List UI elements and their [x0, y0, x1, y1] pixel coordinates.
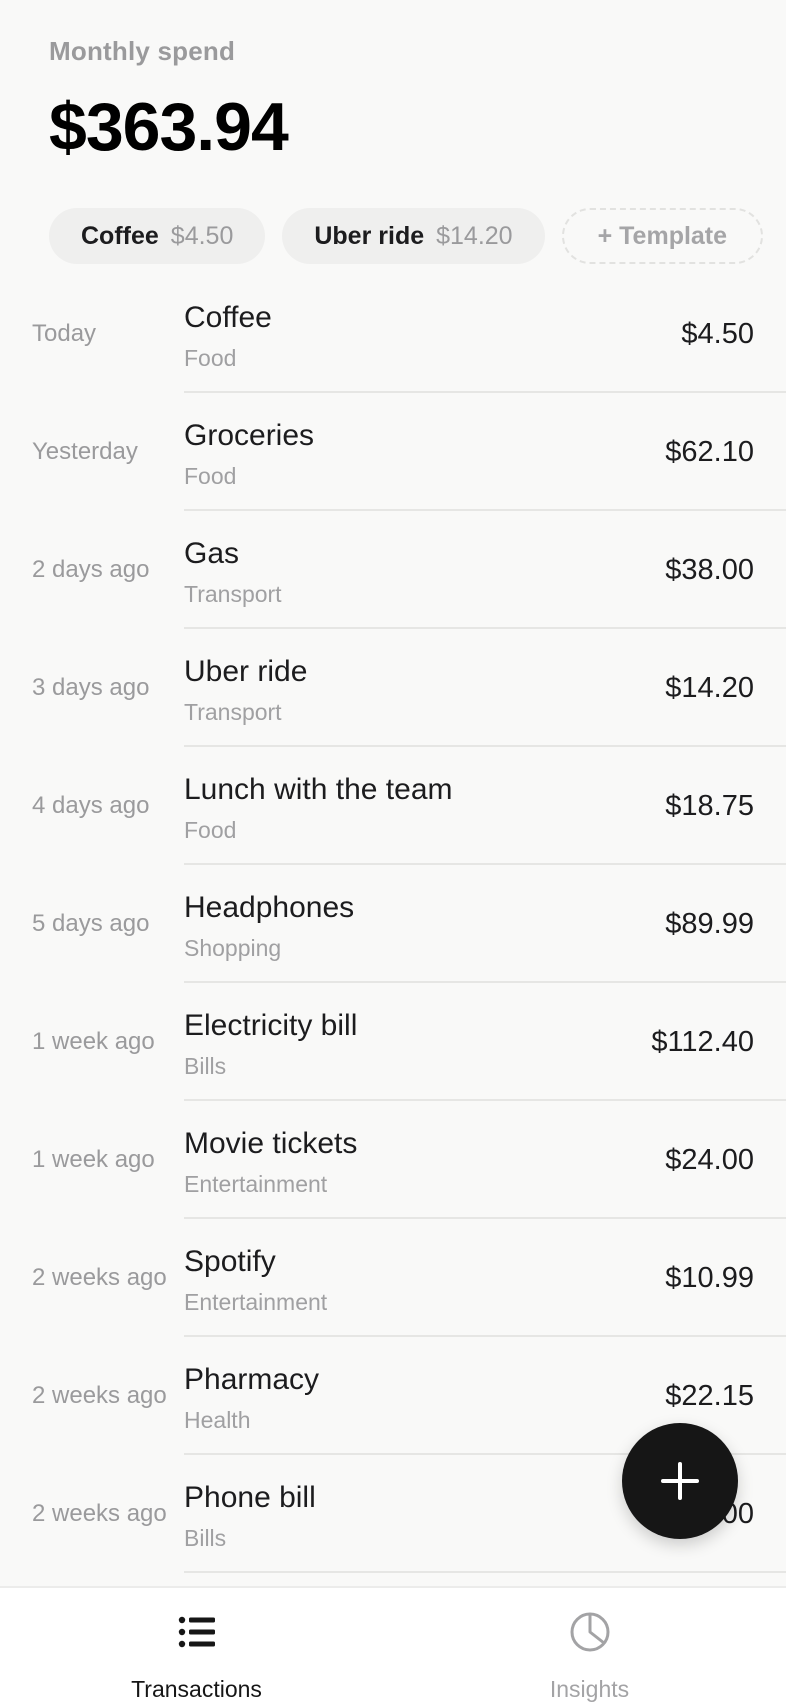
transaction-amount: $38.00 — [665, 553, 754, 586]
transaction-title: Headphones — [184, 891, 355, 924]
transaction-title: Phone bill — [184, 1481, 316, 1514]
tab-insights[interactable]: Insights — [393, 1588, 786, 1704]
pie-chart-icon — [570, 1612, 609, 1652]
list-icon — [178, 1616, 215, 1648]
transaction-row[interactable]: 2 days ago Gas Transport $38.00 — [0, 511, 786, 629]
monthly-spend-total: $363.94 — [49, 89, 289, 165]
transaction-category: Health — [184, 1407, 251, 1433]
transaction-date: 2 weeks ago — [32, 1500, 167, 1527]
transaction-date: 4 days ago — [32, 792, 150, 819]
transaction-date: 2 weeks ago — [32, 1264, 167, 1291]
add-transaction-button[interactable] — [622, 1423, 738, 1539]
bottom-tab-bar: Transactions Insights — [0, 1586, 786, 1704]
transaction-row[interactable]: 4 days ago Lunch with the team Food $18.… — [0, 747, 786, 865]
transaction-row[interactable]: 3 days ago Uber ride Transport $14.20 — [0, 629, 786, 747]
tab-transactions[interactable]: Transactions — [0, 1588, 393, 1704]
transaction-date: Yesterday — [32, 438, 138, 465]
add-template-button[interactable]: + Template — [561, 208, 764, 264]
transaction-title: Lunch with the team — [184, 773, 453, 806]
plus-icon — [661, 1462, 699, 1500]
monthly-spend-label: Monthly spend — [49, 36, 236, 66]
transaction-title: Gas — [184, 537, 240, 570]
transaction-title: Uber ride — [184, 655, 308, 688]
template-chip-coffee[interactable]: Coffee $4.50 — [49, 208, 266, 264]
transaction-date: 5 days ago — [32, 910, 150, 937]
transaction-row[interactable]: Today Coffee Food $4.50 — [0, 275, 786, 393]
summary-header: Monthly spend $363.94 — [49, 36, 289, 165]
tab-label: Insights — [549, 1676, 630, 1702]
transaction-category: Bills — [184, 1525, 227, 1551]
transaction-date: 1 week ago — [32, 1146, 155, 1173]
transaction-category: Food — [184, 463, 237, 489]
transaction-category: Food — [184, 817, 237, 843]
transaction-amount: $24.00 — [665, 1143, 754, 1176]
transaction-row[interactable]: 2 weeks ago Spotify Entertainment $10.99 — [0, 1219, 786, 1337]
tab-label: Transactions — [131, 1676, 262, 1702]
transaction-date: Today — [32, 320, 97, 347]
transaction-date: 2 days ago — [32, 556, 150, 583]
transaction-title: Groceries — [184, 419, 315, 452]
transaction-row[interactable]: 1 week ago Movie tickets Entertainment $… — [0, 1101, 786, 1219]
transaction-title: Movie tickets — [184, 1127, 358, 1160]
transaction-amount: $18.75 — [665, 789, 754, 822]
transaction-category: Food — [184, 345, 237, 371]
template-chip-uber-ride[interactable]: Uber ride $14.20 — [282, 208, 545, 264]
transaction-list: Today Coffee Food $4.50 Yesterday Grocer… — [0, 275, 786, 1573]
transaction-category: Entertainment — [184, 1289, 328, 1315]
transaction-title: Pharmacy — [184, 1363, 320, 1396]
app-screen: Monthly spend $363.94 Coffee $4.50 Uber … — [0, 0, 786, 1704]
transaction-date: 3 days ago — [32, 674, 150, 701]
row-divider — [184, 1571, 786, 1573]
transaction-category: Transport — [184, 581, 282, 607]
transaction-title: Coffee — [184, 301, 272, 334]
transaction-amount: $89.99 — [665, 907, 754, 940]
template-chips: Coffee $4.50 Uber ride $14.20 + Template — [49, 208, 764, 264]
transaction-title: Electricity bill — [184, 1009, 358, 1042]
template-chip-amount: $14.20 — [436, 221, 513, 250]
transaction-row[interactable]: Yesterday Groceries Food $62.10 — [0, 393, 786, 511]
transaction-row[interactable]: 5 days ago Headphones Shopping $89.99 — [0, 865, 786, 983]
template-chip-name: Coffee — [81, 221, 159, 250]
transaction-category: Shopping — [184, 935, 282, 961]
template-chip-name: Uber ride — [314, 221, 425, 250]
transaction-amount: $10.99 — [665, 1261, 754, 1294]
transaction-amount: $112.40 — [651, 1025, 754, 1058]
transaction-category: Bills — [184, 1053, 227, 1079]
transaction-amount: $4.50 — [681, 317, 754, 350]
transaction-category: Transport — [184, 699, 282, 725]
transaction-amount: $62.10 — [665, 435, 754, 468]
transaction-category: Entertainment — [184, 1171, 328, 1197]
transaction-date: 2 weeks ago — [32, 1382, 167, 1409]
template-chip-amount: $4.50 — [170, 221, 234, 250]
transaction-amount: $14.20 — [665, 671, 754, 704]
transaction-title: Spotify — [184, 1245, 276, 1278]
transaction-date: 1 week ago — [32, 1028, 155, 1055]
transaction-row[interactable]: 1 week ago Electricity bill Bills $112.4… — [0, 983, 786, 1101]
